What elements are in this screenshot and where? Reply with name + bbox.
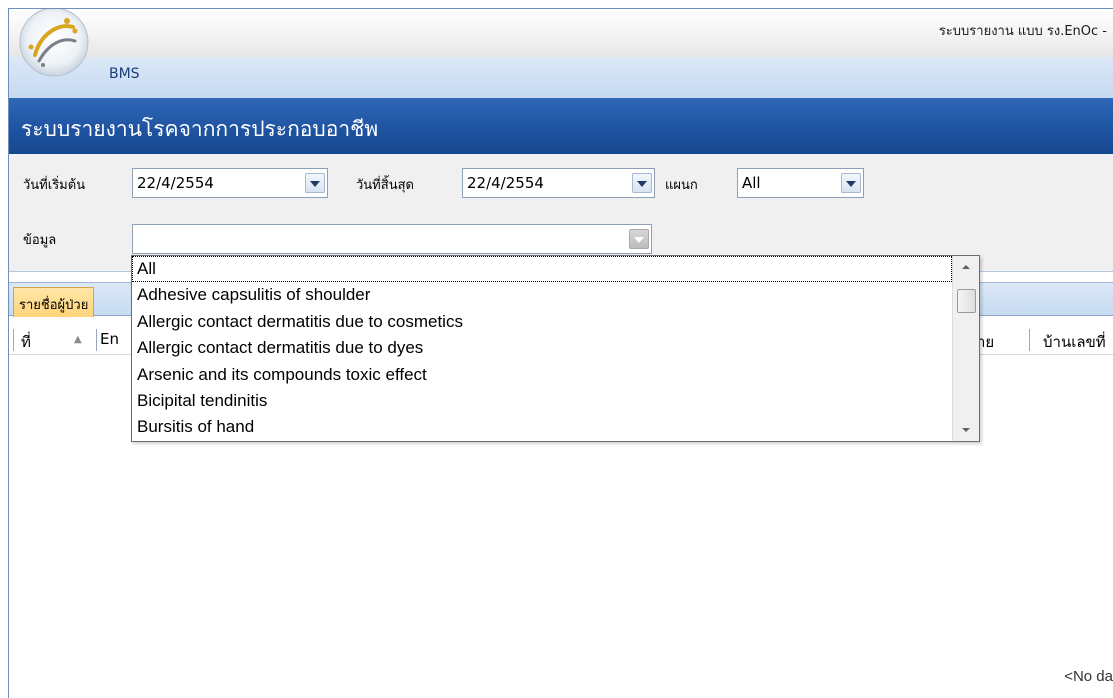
data-label: ข้อมูล — [23, 233, 57, 248]
column-separator — [13, 329, 14, 351]
sort-ascending-icon: ▲ — [74, 334, 82, 345]
dropdown-items: All Adhesive capsulitis of shoulder Alle… — [132, 256, 952, 441]
chevron-down-icon — [310, 181, 320, 187]
dropdown-item[interactable]: Bicipital tendinitis — [132, 388, 952, 414]
start-date-picker[interactable]: 22/4/2554 — [132, 168, 328, 198]
start-date-label: วันที่เริ่มต้น — [23, 178, 86, 193]
page-title: ระบบรายงานโรคจากการประกอบอาชีพ — [21, 117, 379, 141]
column-header-gender[interactable]: าย — [977, 330, 1007, 354]
app-bar — [9, 57, 1113, 104]
department-value: All — [742, 174, 761, 192]
department-dropdown-button[interactable] — [841, 173, 861, 193]
dropdown-scrollbar[interactable] — [952, 256, 979, 441]
end-date-dropdown-button[interactable] — [632, 173, 652, 193]
column-header-no[interactable]: ที่ — [21, 330, 45, 354]
end-date-picker[interactable]: 22/4/2554 — [462, 168, 655, 198]
dropdown-item[interactable]: Allergic contact dermatitis due to dyes — [132, 335, 952, 361]
dropdown-item[interactable]: Bursitis of hand — [132, 414, 952, 440]
column-separator — [1029, 329, 1030, 351]
end-date-label: วันที่สิ้นสุด — [356, 178, 414, 193]
department-select[interactable]: All — [737, 168, 864, 198]
column-separator — [96, 329, 97, 351]
data-dropdown-button[interactable] — [629, 229, 649, 249]
start-date-dropdown-button[interactable] — [305, 173, 325, 193]
dropdown-item[interactable]: Allergic contact dermatitis due to cosme… — [132, 309, 952, 335]
window-title: ระบบรายงาน แบบ รง.EnOc - — [938, 24, 1107, 39]
tab-patient-list[interactable]: รายชื่อผู้ป่วย — [13, 287, 95, 317]
scroll-up-arrow-icon — [962, 265, 970, 269]
data-dropdown-list[interactable]: All Adhesive capsulitis of shoulder Alle… — [131, 255, 980, 442]
header-band: ระบบรายงานโรคจากการประกอบอาชีพ — [9, 98, 1113, 154]
department-label: แผนก — [665, 178, 698, 193]
start-date-value: 22/4/2554 — [137, 174, 214, 192]
column-header-house-number[interactable]: บ้านเลขที่ — [1043, 330, 1113, 354]
dropdown-item[interactable]: Arsenic and its compounds toxic effect — [132, 362, 952, 388]
app-logo-icon[interactable] — [15, 8, 93, 81]
title-bar: ระบบรายงาน แบบ รง.EnOc - — [9, 9, 1113, 57]
dropdown-item[interactable]: Adhesive capsulitis of shoulder — [132, 282, 952, 308]
column-header-en[interactable]: En — [100, 330, 130, 348]
scrollbar-thumb[interactable] — [957, 289, 976, 313]
scroll-up-button[interactable] — [953, 256, 979, 278]
chevron-down-icon — [846, 181, 856, 187]
chevron-down-icon — [634, 237, 644, 243]
no-data-text: <No da — [1064, 668, 1113, 685]
dropdown-item[interactable]: All — [132, 256, 952, 283]
data-select[interactable] — [132, 224, 652, 254]
scroll-down-button[interactable] — [953, 419, 979, 441]
scroll-down-arrow-icon — [962, 428, 970, 432]
app-name: BMS — [109, 66, 140, 82]
chevron-down-icon — [637, 181, 647, 187]
end-date-value: 22/4/2554 — [467, 174, 544, 192]
application-window: ระบบรายงาน แบบ รง.EnOc - BMS ระบบรายงานโ… — [8, 8, 1113, 698]
